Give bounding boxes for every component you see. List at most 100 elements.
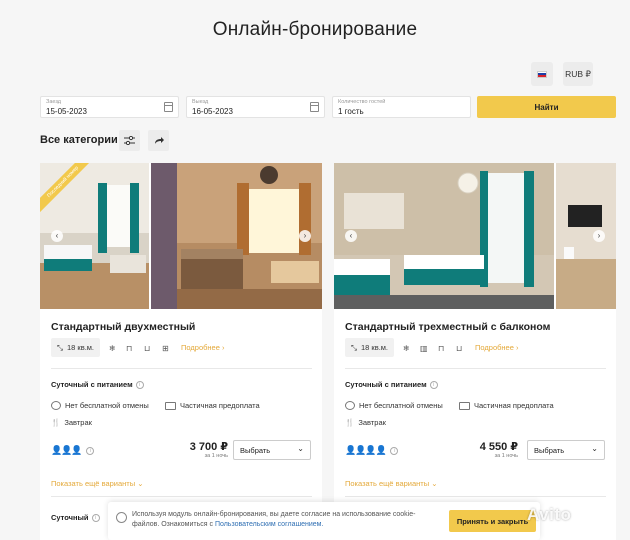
meal-text: Завтрак <box>64 418 92 427</box>
room-photo[interactable]: Последний номер ‹ <box>40 163 149 309</box>
guests-field[interactable]: Количество гостей 1 гость <box>332 96 471 118</box>
share-button[interactable] <box>148 130 169 151</box>
room-area: ⤡ 18 кв.м. <box>51 338 101 357</box>
chevron-down-icon: ⌄ <box>591 444 598 453</box>
chevron-down-icon: ⌄ <box>137 479 144 488</box>
checkin-field[interactable]: Заезд 15-05-2023 <box>40 96 179 118</box>
info-icon[interactable]: i <box>86 446 95 455</box>
tariff-label: Суточный с питанием i <box>345 380 438 390</box>
russia-flag-icon <box>537 70 547 78</box>
room-card: ‹ › Стандартный трехместный с балконом ⤡… <box>334 163 616 540</box>
info-icon[interactable]: i <box>135 381 144 390</box>
bed-icon: ⊓ <box>438 344 445 353</box>
cutlery-icon: 🍴 <box>51 418 61 427</box>
chevron-down-icon: ⌄ <box>297 444 304 453</box>
snowflake-icon: ❄ <box>403 344 410 353</box>
credit-card-icon <box>459 401 470 410</box>
cookie-text: Используя модуль онлайн-бронирования, вы… <box>132 510 432 530</box>
show-more-label: Показать ещё варианты <box>345 479 430 488</box>
details-link[interactable]: Подробнее › <box>181 343 225 352</box>
room-area-value: 18 кв.м. <box>67 343 95 352</box>
info-icon[interactable]: i <box>91 514 100 523</box>
divider <box>345 368 606 369</box>
details-link[interactable]: Подробнее › <box>475 343 519 352</box>
select-dropdown-label: Выбрать <box>240 446 271 455</box>
guests-label: Количество гостей <box>338 99 386 105</box>
tariff-label: Суточный с питанием i <box>51 380 144 390</box>
tariff-label: Суточный i <box>51 513 100 523</box>
cancel-policy: Нет бесплатной отмены <box>51 401 149 410</box>
room-photo[interactable]: ‹ <box>334 163 554 309</box>
currency-button[interactable]: RUB ₽ <box>563 62 593 86</box>
calendar-icon <box>164 102 173 112</box>
filter-button[interactable] <box>119 130 140 151</box>
avito-watermark: Avito <box>527 505 572 524</box>
details-link-label: Подробнее <box>475 343 514 352</box>
prev-photo-icon[interactable]: ‹ <box>51 230 63 242</box>
info-icon[interactable]: i <box>429 381 438 390</box>
chevron-right-icon: › <box>516 343 519 352</box>
meal-info: 🍴 Завтрак <box>51 418 92 427</box>
divider <box>345 496 606 497</box>
tariff-label-text: Суточный с питанием <box>345 380 427 389</box>
price-per-night: за 1 ночь <box>204 453 228 459</box>
guests-capacity-icon: 👤👤👤👤 i <box>345 445 399 456</box>
checkin-value: 15-05-2023 <box>46 107 87 116</box>
resize-icon: ⤡ <box>57 342 63 352</box>
bed-icon: ⊓ <box>126 344 133 353</box>
checkout-field[interactable]: Выезд 16-05-2023 <box>186 96 325 118</box>
window-icon: ⊞ <box>162 344 169 353</box>
checkout-value: 16-05-2023 <box>192 107 233 116</box>
cookie-icon <box>116 512 127 523</box>
accept-cookies-button[interactable]: Принять и закрыть <box>449 510 536 532</box>
show-more-variants-link[interactable]: Показать ещё варианты ⌄ <box>51 479 144 488</box>
checkout-label: Выезд <box>192 99 209 105</box>
next-photo-icon[interactable]: › <box>299 230 311 242</box>
show-more-variants-link[interactable]: Показать ещё варианты ⌄ <box>345 479 438 488</box>
cancel-policy-text: Нет бесплатной отмены <box>65 401 149 410</box>
cookie-text-line1: Используя модуль онлайн-бронирования, вы… <box>132 511 391 518</box>
prev-photo-icon[interactable]: ‹ <box>345 230 357 242</box>
bath-icon: ⊔ <box>144 344 151 353</box>
room-title: Стандартный двухместный <box>51 321 196 333</box>
tariff-label-text: Суточный <box>51 513 89 522</box>
share-arrow-icon <box>154 137 164 144</box>
prepay-policy-text: Частичная предоплата <box>180 401 260 410</box>
find-button[interactable]: Найти <box>477 96 616 118</box>
room-photo[interactable]: › <box>151 163 322 309</box>
divider <box>51 368 312 369</box>
room-area-value: 18 кв.м. <box>361 343 389 352</box>
user-agreement-link[interactable]: Пользовательским соглашением. <box>215 521 323 528</box>
credit-card-icon <box>165 401 176 410</box>
snowflake-icon: ❄ <box>109 344 116 353</box>
bath-icon: ⊔ <box>456 344 463 353</box>
select-dropdown-label: Выбрать <box>534 446 565 455</box>
language-button[interactable] <box>531 62 553 86</box>
details-link-label: Подробнее <box>181 343 220 352</box>
categories-title: Все категории <box>40 134 118 146</box>
meal-info: 🍴 Завтрак <box>345 418 386 427</box>
show-more-label: Показать ещё варианты <box>51 479 136 488</box>
select-dropdown[interactable]: Выбрать ⌄ <box>233 440 311 460</box>
meal-text: Завтрак <box>358 418 386 427</box>
room-area: ⤡ 18 кв.м. <box>345 338 395 357</box>
resize-icon: ⤡ <box>351 342 357 352</box>
room-photo-image <box>334 163 554 309</box>
chevron-down-icon: ⌄ <box>431 479 438 488</box>
guests-capacity-icon: 👤👤👤 i <box>51 445 95 456</box>
room-price: 4 550 ₽ <box>479 441 518 453</box>
cutlery-icon: 🍴 <box>345 418 355 427</box>
cookie-banner: Используя модуль онлайн-бронирования, вы… <box>108 502 540 540</box>
room-card: Последний номер ‹ › Стандартный двухмест… <box>40 163 322 540</box>
room-photo-image <box>151 163 322 309</box>
next-photo-icon[interactable]: › <box>593 230 605 242</box>
sliders-icon <box>124 136 135 145</box>
select-dropdown[interactable]: Выбрать ⌄ <box>527 440 605 460</box>
price-per-night: за 1 ночь <box>494 453 518 459</box>
info-icon[interactable]: i <box>390 446 399 455</box>
chevron-right-icon: › <box>222 343 225 352</box>
cancel-policy-text: Нет бесплатной отмены <box>359 401 443 410</box>
room-photo[interactable]: › <box>556 163 616 309</box>
radiator-icon: ▥ <box>420 344 428 353</box>
guests-value: 1 гость <box>338 107 364 116</box>
